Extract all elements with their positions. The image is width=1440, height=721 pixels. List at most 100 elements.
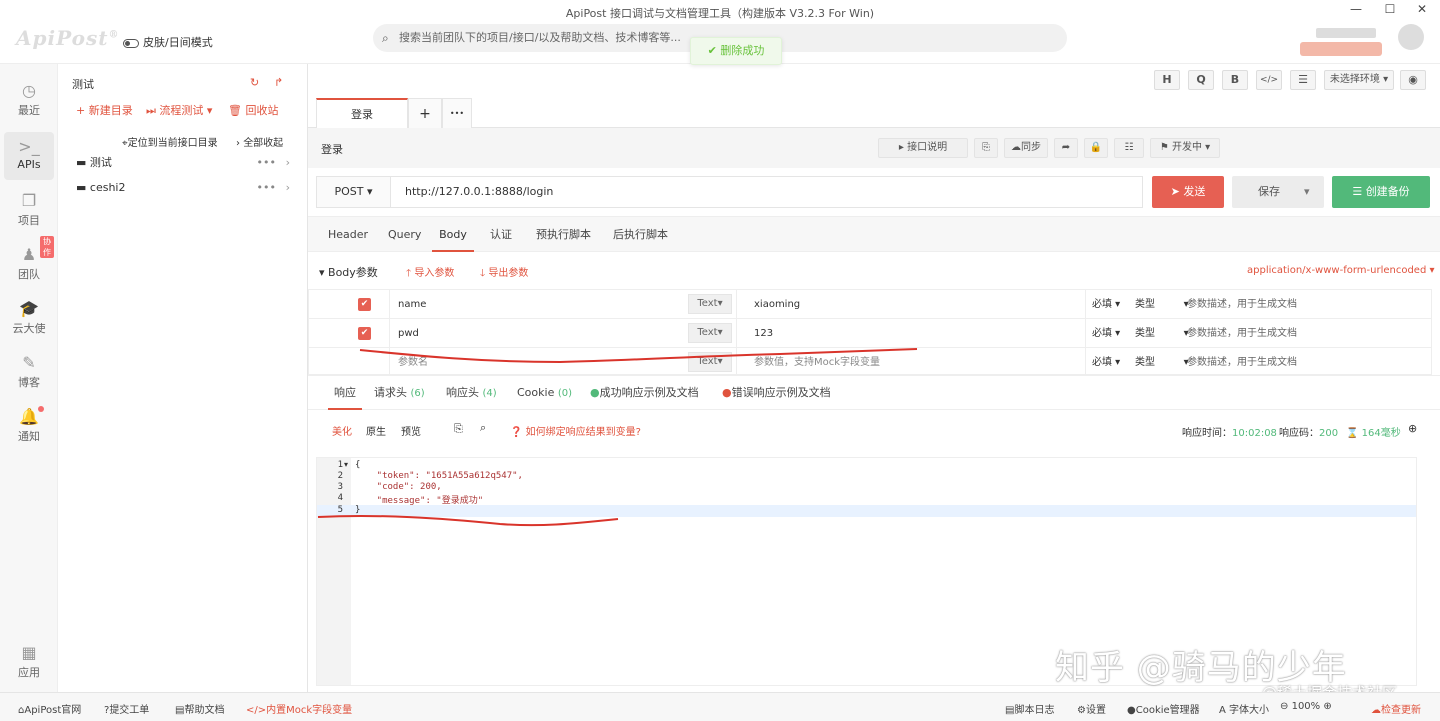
tab-resp-headers[interactable]: 响应头 (4) xyxy=(446,376,497,410)
tab-success-example[interactable]: ●成功响应示例及文档 xyxy=(590,376,699,410)
required-select[interactable]: 必填 ▾ xyxy=(1092,319,1120,348)
raw-button[interactable]: 原生 xyxy=(366,423,386,438)
maximize-button[interactable]: ☐ xyxy=(1380,2,1400,20)
required-select[interactable]: 必填 ▾ xyxy=(1092,348,1120,377)
refresh-icon[interactable]: ↻ xyxy=(250,76,259,89)
tab-query[interactable]: Query xyxy=(388,217,421,252)
beautify-button[interactable]: 美化 xyxy=(332,423,352,438)
share-icon[interactable]: ➦ xyxy=(1054,138,1078,158)
param-desc[interactable]: 参数描述，用于生成文档 xyxy=(1187,290,1297,319)
lock-icon[interactable]: 🔒 xyxy=(1084,138,1108,158)
add-tab-button[interactable]: + xyxy=(408,98,442,128)
close-button[interactable]: ✕ xyxy=(1412,2,1432,20)
tab-cookie[interactable]: Cookie (0) xyxy=(517,376,572,410)
tab-auth[interactable]: 认证 xyxy=(490,217,512,252)
env-select[interactable]: 未选择环境 ▾ xyxy=(1324,70,1394,90)
script-log-button[interactable]: ▤脚本日志 xyxy=(1005,701,1054,716)
body-params-toggle[interactable]: ▾ Body参数 xyxy=(319,264,378,280)
export-params-button[interactable]: 🡓 导出参数 xyxy=(480,264,528,283)
zoom-control[interactable]: ⊖ 100% ⊕ xyxy=(1280,701,1332,712)
bold-button[interactable]: B xyxy=(1222,70,1248,90)
required-select[interactable]: 必填 ▾ xyxy=(1092,290,1120,319)
param-name[interactable]: name xyxy=(389,290,737,319)
heading-button[interactable]: H xyxy=(1154,70,1180,90)
tab-req-headers[interactable]: 请求头 (6) xyxy=(374,376,425,410)
rail-apis[interactable]: >_ APIs xyxy=(4,132,54,180)
param-name-placeholder[interactable]: 参数名 xyxy=(389,348,737,377)
tree-folder[interactable]: ▬ 测试 ••• › xyxy=(76,152,290,174)
new-dir-button[interactable]: + 新建目录 xyxy=(76,102,133,118)
copy-icon[interactable]: ⎘ xyxy=(454,422,463,436)
more-icon[interactable]: ••• xyxy=(257,177,276,199)
quote-button[interactable]: Q xyxy=(1188,70,1214,90)
param-checkbox[interactable]: ✔ xyxy=(358,327,371,340)
import-params-button[interactable]: 🡑 导入参数 xyxy=(406,264,454,283)
param-desc[interactable]: 参数描述，用于生成文档 xyxy=(1187,348,1297,377)
rail-apps[interactable]: ▦ 应用 xyxy=(4,638,54,686)
copy-icon[interactable]: ⎘ xyxy=(974,138,998,158)
field-type-select[interactable]: 类型 ▾ xyxy=(1135,348,1189,377)
save-button[interactable]: 保存 ▾ xyxy=(1232,176,1324,208)
mock-link[interactable]: </>内置Mock字段变量 xyxy=(246,701,352,716)
rail-projects[interactable]: ❐ 项目 xyxy=(4,186,54,234)
flow-test-button[interactable]: ⏭ 流程测试 ▾ xyxy=(146,102,212,118)
chevron-down-icon[interactable]: ▾ xyxy=(1304,176,1310,208)
url-input[interactable]: http://127.0.0.1:8888/login xyxy=(390,176,1143,208)
collapse-all-button[interactable]: › 全部收起 xyxy=(236,134,283,149)
param-value[interactable]: xiaoming xyxy=(746,290,1086,319)
recycle-button[interactable]: 🗑 回收站 xyxy=(228,102,278,118)
tab-error-example[interactable]: ●错误响应示例及文档 xyxy=(722,376,831,410)
param-type-select[interactable]: Text▾ xyxy=(688,294,732,314)
rail-notify[interactable]: 🔔 通知 xyxy=(4,402,54,450)
user-badge-blurred[interactable] xyxy=(1300,42,1382,56)
field-type-select[interactable]: 类型 ▾ xyxy=(1135,319,1189,348)
tab-header[interactable]: Header xyxy=(328,217,368,252)
more-icon[interactable]: ••• xyxy=(257,152,276,174)
tab-pre-script[interactable]: 预执行脚本 xyxy=(536,217,591,252)
sync-button[interactable]: ☁同步 xyxy=(1004,138,1048,158)
site-link[interactable]: ⌂ApiPost官网 xyxy=(18,701,81,716)
status-select[interactable]: ⚑ 开发中 ▾ xyxy=(1150,138,1220,158)
tab-login[interactable]: 登录 xyxy=(316,98,408,129)
avatar[interactable] xyxy=(1398,24,1424,50)
param-type-select[interactable]: Text▾ xyxy=(688,352,732,372)
rail-ambassador[interactable]: 🎓 云大使 xyxy=(4,294,54,342)
expand-icon[interactable]: ⊕ xyxy=(1408,422,1417,435)
create-backup-button[interactable]: ☰ 创建备份 xyxy=(1332,176,1430,208)
tab-response[interactable]: 响应 xyxy=(328,376,362,410)
zoom-in-icon[interactable]: ⊕ xyxy=(1323,701,1331,712)
content-type-select[interactable]: application/x-www-form-urlencoded ▾ xyxy=(1247,265,1435,276)
bind-help-link[interactable]: ❓ 如何绑定响应结果到变量? xyxy=(510,423,641,438)
sliders-icon[interactable]: ☰ xyxy=(1290,70,1316,90)
database-icon[interactable]: ☷ xyxy=(1114,138,1144,158)
param-type-select[interactable]: Text▾ xyxy=(688,323,732,343)
settings-button[interactable]: ⚙设置 xyxy=(1077,701,1106,716)
send-button[interactable]: ➤ 发送 xyxy=(1152,176,1224,208)
eye-icon[interactable]: ◉ xyxy=(1400,70,1426,90)
field-type-select[interactable]: 类型 ▾ xyxy=(1135,290,1189,319)
param-desc[interactable]: 参数描述，用于生成文档 xyxy=(1187,319,1297,348)
param-value-placeholder[interactable]: 参数值，支持Mock字段变量 xyxy=(746,348,1086,377)
zoom-out-icon[interactable]: ⊖ xyxy=(1280,701,1288,712)
minimize-button[interactable]: — xyxy=(1346,2,1366,20)
preview-button[interactable]: 预览 xyxy=(401,423,421,438)
ticket-link[interactable]: ?提交工单 xyxy=(104,701,149,716)
tab-body[interactable]: Body xyxy=(432,217,474,252)
locate-button[interactable]: ⌖定位到当前接口目录 xyxy=(122,134,218,149)
search-icon[interactable]: ⌕ xyxy=(480,421,486,435)
fold-icon[interactable]: ▾ xyxy=(344,460,348,469)
param-value[interactable]: 123 xyxy=(746,319,1086,348)
cookie-manager-button[interactable]: ●Cookie管理器 xyxy=(1127,701,1200,716)
share-icon[interactable]: ↱ xyxy=(274,76,283,89)
font-size-button[interactable]: A 字体大小 xyxy=(1219,701,1269,716)
tree-folder[interactable]: ▬ ceshi2 ••• › xyxy=(76,177,290,199)
help-docs-link[interactable]: ▤帮助文档 xyxy=(175,701,224,716)
tab-post-script[interactable]: 后执行脚本 xyxy=(613,217,668,252)
code-button[interactable]: </> xyxy=(1256,70,1282,90)
param-checkbox[interactable]: ✔ xyxy=(358,298,371,311)
api-doc-button[interactable]: ▸ 接口说明 xyxy=(878,138,968,158)
tab-more-button[interactable]: ••• xyxy=(442,98,472,128)
rail-team[interactable]: 协作 ♟ 团队 xyxy=(4,236,54,288)
rail-recent[interactable]: ◷ 最近 xyxy=(4,76,54,124)
param-name[interactable]: pwd xyxy=(389,319,737,348)
